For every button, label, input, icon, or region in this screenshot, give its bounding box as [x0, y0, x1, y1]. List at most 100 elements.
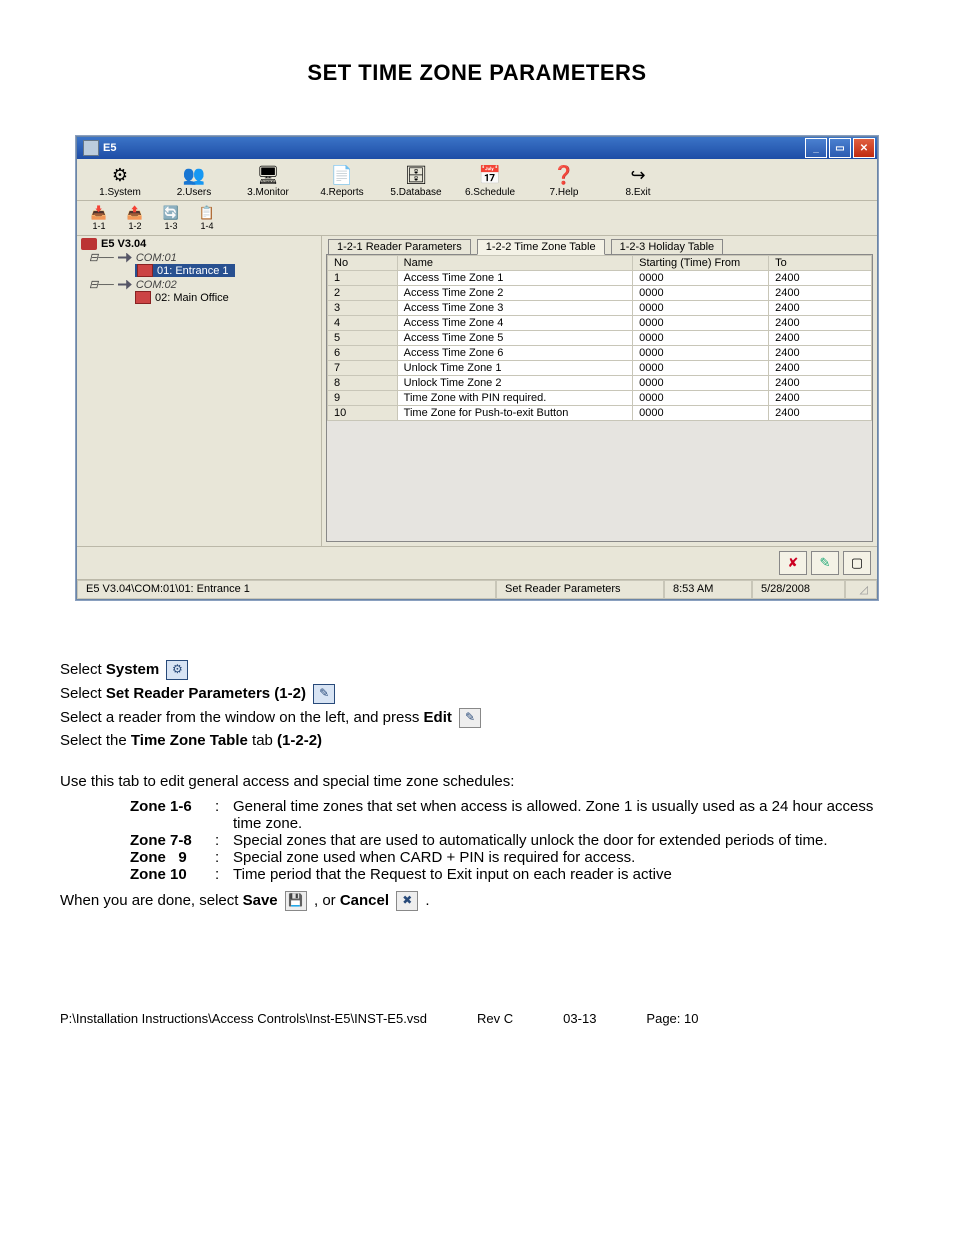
grid-empty-area — [327, 421, 872, 541]
mini-btn-1-4[interactable]: 📋1-4 — [189, 203, 225, 233]
grid-row[interactable]: 5Access Time Zone 500002400 — [328, 331, 872, 346]
com-icon — [118, 253, 132, 263]
menu-6-schedule[interactable]: 📅6.Schedule — [453, 163, 527, 198]
mini-icon: 📥 — [82, 205, 116, 221]
cell-name: Access Time Zone 3 — [397, 301, 633, 316]
grid-row[interactable]: 10Time Zone for Push-to-exit Button00002… — [328, 406, 872, 421]
cell-no: 3 — [328, 301, 398, 316]
grid-row[interactable]: 3Access Time Zone 300002400 — [328, 301, 872, 316]
tab-1-2-2-time-zone-table[interactable]: 1-2-2 Time Zone Table — [477, 239, 605, 255]
tab-strip: 1-2-1 Reader Parameters 1-2-2 Time Zone T… — [322, 236, 877, 254]
grid-row[interactable]: 1Access Time Zone 100002400 — [328, 271, 872, 286]
cell-name: Access Time Zone 2 — [397, 286, 633, 301]
zone-definition: Zone 9:Special zone used when CARD + PIN… — [130, 849, 894, 866]
cell-name: Time Zone for Push-to-exit Button — [397, 406, 633, 421]
zone-definitions: Zone 1-6:General time zones that set whe… — [130, 798, 894, 883]
footer-date: 03-13 — [563, 1011, 596, 1026]
app-window: E5 _ ▭ ✕ ⚙1.System👥2.Users🖥3.Monitor📄4.R… — [76, 136, 878, 600]
grid-row[interactable]: 6Access Time Zone 600002400 — [328, 346, 872, 361]
menu-bar: ⚙1.System👥2.Users🖥3.Monitor📄4.Reports🗄5.… — [77, 159, 877, 201]
cell-no: 9 — [328, 391, 398, 406]
grid-header[interactable]: Starting (Time) From — [633, 256, 769, 271]
mini-btn-1-1[interactable]: 📥1-1 — [81, 203, 117, 233]
status-date: 5/28/2008 — [752, 580, 845, 599]
grid-header[interactable]: No — [328, 256, 398, 271]
zone-definition: Zone 7-8:Special zones that are used to … — [130, 832, 894, 849]
minimize-button[interactable]: _ — [805, 138, 827, 158]
cell-no: 5 — [328, 331, 398, 346]
cell-to: 2400 — [769, 271, 872, 286]
tree-root[interactable]: E5 V3.04 — [81, 238, 321, 250]
grid-header[interactable]: To — [769, 256, 872, 271]
tab-1-2-3-holiday-table[interactable]: 1-2-3 Holiday Table — [611, 239, 724, 254]
cell-name: Access Time Zone 5 — [397, 331, 633, 346]
footer-rev: Rev C — [477, 1011, 513, 1026]
footer-page: Page: 10 — [646, 1011, 698, 1026]
page-footer: P:\Installation Instructions\Access Cont… — [60, 1011, 894, 1026]
grid-row[interactable]: 4Access Time Zone 400002400 — [328, 316, 872, 331]
mini-toolbar: 📥1-1📤1-2🔄1-3📋1-4 — [77, 201, 877, 236]
grid-row[interactable]: 9Time Zone with PIN required.00002400 — [328, 391, 872, 406]
mini-btn-1-3[interactable]: 🔄1-3 — [153, 203, 189, 233]
reader-tree[interactable]: E5 V3.04 ⊟──COM:0101: Entrance 1⊟──COM:0… — [77, 236, 322, 546]
menu-icon: 🖥 — [254, 163, 282, 187]
mini-icon: 🔄 — [154, 205, 188, 221]
cell-name: Access Time Zone 6 — [397, 346, 633, 361]
maximize-button[interactable]: ▭ — [829, 138, 851, 158]
save-icon: 💾 — [285, 891, 307, 911]
cell-no: 8 — [328, 376, 398, 391]
com-icon — [118, 280, 132, 290]
cell-name: Access Time Zone 1 — [397, 271, 633, 286]
grid-row[interactable]: 7Unlock Time Zone 100002400 — [328, 361, 872, 376]
cell-from: 0000 — [633, 376, 769, 391]
cell-to: 2400 — [769, 316, 872, 331]
reader-icon — [137, 264, 153, 277]
menu-4-reports[interactable]: 📄4.Reports — [305, 163, 379, 198]
mini-btn-1-2[interactable]: 📤1-2 — [117, 203, 153, 233]
menu-7-help[interactable]: ❓7.Help — [527, 163, 601, 198]
tab-1-2-1-reader-parameters[interactable]: 1-2-1 Reader Parameters — [328, 239, 471, 254]
zone-definition: Zone 10:Time period that the Request to … — [130, 866, 894, 883]
menu-icon: 👥 — [180, 163, 208, 187]
mini-icon: 📤 — [118, 205, 152, 221]
cell-from: 0000 — [633, 286, 769, 301]
mini-icon: 📋 — [190, 205, 224, 221]
new-button[interactable]: ▢ — [843, 551, 871, 575]
close-button[interactable]: ✕ — [853, 138, 875, 158]
cell-from: 0000 — [633, 271, 769, 286]
grid-row[interactable]: 2Access Time Zone 200002400 — [328, 286, 872, 301]
app-icon — [83, 140, 99, 156]
menu-8-exit[interactable]: ↪8.Exit — [601, 163, 675, 198]
menu-1-system[interactable]: ⚙1.System — [83, 163, 157, 198]
grid-row[interactable]: 8Unlock Time Zone 200002400 — [328, 376, 872, 391]
cell-no: 2 — [328, 286, 398, 301]
tree-com[interactable]: ⊟──COM:02 — [89, 278, 321, 291]
menu-2-users[interactable]: 👥2.Users — [157, 163, 231, 198]
cell-from: 0000 — [633, 391, 769, 406]
cell-to: 2400 — [769, 286, 872, 301]
edit-button[interactable]: ✎ — [811, 551, 839, 575]
cell-from: 0000 — [633, 316, 769, 331]
cell-to: 2400 — [769, 301, 872, 316]
menu-icon: 🗄 — [402, 163, 430, 187]
cell-from: 0000 — [633, 346, 769, 361]
cell-from: 0000 — [633, 301, 769, 316]
cancel-icon: ✖ — [396, 891, 418, 911]
grid-header[interactable]: Name — [397, 256, 633, 271]
tree-leaf[interactable]: 01: Entrance 1 — [135, 264, 235, 277]
time-zone-grid[interactable]: NoNameStarting (Time) FromTo 1Access Tim… — [326, 254, 873, 542]
action-strip: ✘ ✎ ▢ — [77, 546, 877, 579]
menu-5-database[interactable]: 🗄5.Database — [379, 163, 453, 198]
cell-to: 2400 — [769, 331, 872, 346]
tree-leaf[interactable]: 02: Main Office — [135, 291, 321, 304]
set-reader-params-icon: ✎ — [313, 684, 335, 704]
resize-grip[interactable]: ◿ — [845, 580, 877, 599]
footer-path: P:\Installation Instructions\Access Cont… — [60, 1011, 427, 1026]
cell-from: 0000 — [633, 331, 769, 346]
system-icon: ⚙ — [166, 660, 188, 680]
tree-com[interactable]: ⊟──COM:01 — [89, 251, 321, 264]
cell-name: Time Zone with PIN required. — [397, 391, 633, 406]
cancel-button[interactable]: ✘ — [779, 551, 807, 575]
menu-icon: ↪ — [624, 163, 652, 187]
menu-3-monitor[interactable]: 🖥3.Monitor — [231, 163, 305, 198]
